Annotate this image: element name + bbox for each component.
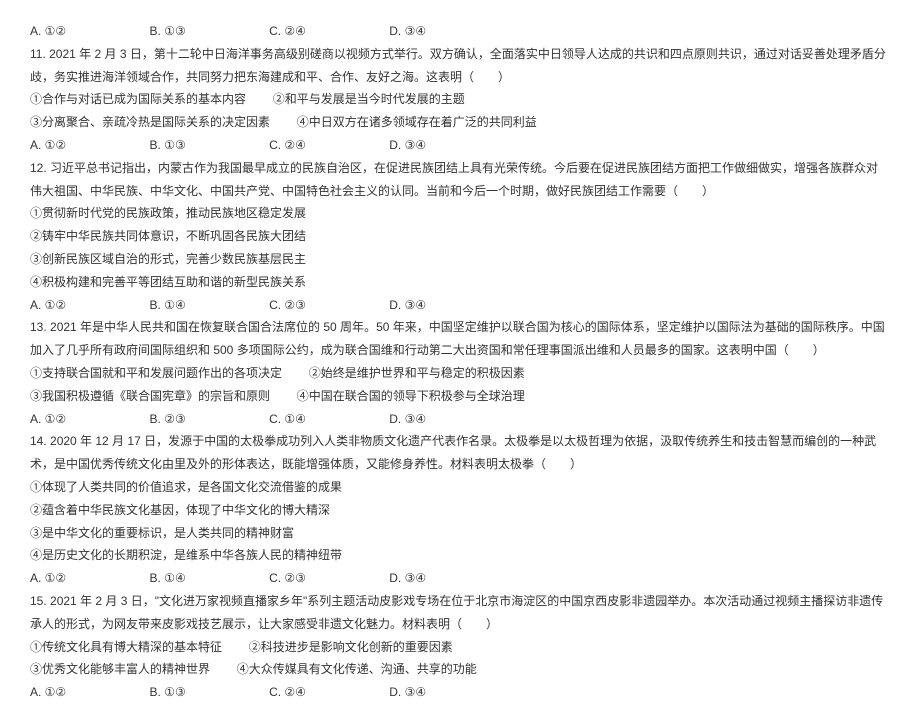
q13-s1: ①支持联合国就和平和发展问题作出的各项决定 (30, 366, 282, 380)
q13-stmts-1: ①支持联合国就和平和发展问题作出的各项决定 ②始终是维护世界和平与稳定的积极因素 (30, 362, 890, 385)
q13-text: 13. 2021 年是中华人民共和国在恢复联合国合法席位的 50 周年。50 年… (30, 316, 890, 362)
q12-s4: ④积极构建和完善平等团结互助和谐的新型民族关系 (30, 271, 890, 294)
q10-opt-c: C. ②④ (269, 20, 306, 43)
q13-opt-b: B. ②③ (150, 408, 186, 431)
q14-opt-d: D. ③④ (389, 567, 426, 590)
q12-s2: ②铸牢中华民族共同体意识，不断巩固各民族大团结 (30, 225, 890, 248)
q12-text: 12. 习近平总书记指出，内蒙古作为我国最早成立的民族自治区，在促进民族团结上具… (30, 157, 890, 203)
q13-s3: ③我国积极遵循《联合国宪章》的宗旨和原则 (30, 389, 270, 403)
q11-s2: ②和平与发展是当今时代发展的主题 (273, 92, 465, 106)
q14-s1: ①体现了人类共同的价值追求，是各国文化交流借鉴的成果 (30, 476, 890, 499)
q13-s2: ②始终是维护世界和平与稳定的积极因素 (309, 366, 525, 380)
q14-s2: ②蕴含着中华民族文化基因，体现了中华文化的博大精深 (30, 499, 890, 522)
q11-opt-d: D. ③④ (389, 134, 426, 157)
q13-opt-a: A. ①② (30, 408, 66, 431)
q12-opt-b: B. ①④ (150, 294, 186, 317)
q11-opt-b: B. ①③ (150, 134, 186, 157)
q15-s2: ②科技进步是影响文化创新的重要因素 (249, 640, 453, 654)
q14-text: 14. 2020 年 12 月 17 日，发源于中国的太极拳成功列入人类非物质文… (30, 430, 890, 476)
q15-s4: ④大众传媒具有文化传递、沟通、共享的功能 (237, 662, 477, 676)
q12-opt-d: D. ③④ (389, 294, 426, 317)
q15-text: 15. 2021 年 2 月 3 日，"文化进万家视频直播家乡年"系列主题活动皮… (30, 590, 890, 636)
q11-opt-a: A. ①② (30, 134, 66, 157)
q13-opt-c: C. ①④ (269, 408, 306, 431)
q12-opt-c: C. ②③ (269, 294, 306, 317)
q15-s1: ①传统文化具有博大精深的基本特征 (30, 640, 222, 654)
q10-options: A. ①② B. ①③ C. ②④ D. ③④ (30, 20, 890, 43)
q15-opt-a: A. ①② (30, 681, 66, 704)
q12-s1: ①贯彻新时代党的民族政策，推动民族地区稳定发展 (30, 202, 890, 225)
q13-options: A. ①② B. ②③ C. ①④ D. ③④ (30, 408, 890, 431)
q10-opt-a: A. ①② (30, 20, 66, 43)
q12-s3: ③创新民族区域自治的形式，完善少数民族基层民主 (30, 248, 890, 271)
q15-stmts-2: ③优秀文化能够丰富人的精神世界 ④大众传媒具有文化传递、沟通、共享的功能 (30, 658, 890, 681)
q13-stmts-2: ③我国积极遵循《联合国宪章》的宗旨和原则 ④中国在联合国的领导下积极参与全球治理 (30, 385, 890, 408)
q11-stmts-2: ③分离聚合、亲疏冷热是国际关系的决定因素 ④中日双方在诸多领域存在着广泛的共同利… (30, 111, 890, 134)
q14-opt-b: B. ①④ (150, 567, 186, 590)
q14-s4: ④是历史文化的长期积淀，是维系中华各族人民的精神纽带 (30, 544, 890, 567)
q13-opt-d: D. ③④ (389, 408, 426, 431)
q11-stmts-1: ①合作与对话已成为国际关系的基本内容 ②和平与发展是当今时代发展的主题 (30, 88, 890, 111)
q14-opt-a: A. ①② (30, 567, 66, 590)
q12-options: A. ①② B. ①④ C. ②③ D. ③④ (30, 294, 890, 317)
q11-options: A. ①② B. ①③ C. ②④ D. ③④ (30, 134, 890, 157)
q14-options: A. ①② B. ①④ C. ②③ D. ③④ (30, 567, 890, 590)
q15-opt-d: D. ③④ (389, 681, 426, 704)
q15-opt-c: C. ②④ (269, 681, 306, 704)
q10-opt-d: D. ③④ (389, 20, 426, 43)
q11-s1: ①合作与对话已成为国际关系的基本内容 (30, 92, 246, 106)
q10-opt-b: B. ①③ (150, 20, 186, 43)
q15-options: A. ①② B. ①③ C. ②④ D. ③④ (30, 681, 890, 704)
q11-s4: ④中日双方在诸多领域存在着广泛的共同利益 (297, 115, 537, 129)
q15-opt-b: B. ①③ (150, 681, 186, 704)
q12-opt-a: A. ①② (30, 294, 66, 317)
q15-s3: ③优秀文化能够丰富人的精神世界 (30, 662, 210, 676)
q14-s3: ③是中华文化的重要标识，是人类共同的精神财富 (30, 522, 890, 545)
q11-opt-c: C. ②④ (269, 134, 306, 157)
q13-s4: ④中国在联合国的领导下积极参与全球治理 (297, 389, 525, 403)
q11-text: 11. 2021 年 2 月 3 日，第十二轮中日海洋事务高级别磋商以视频方式举… (30, 43, 890, 89)
q15-stmts-1: ①传统文化具有博大精深的基本特征 ②科技进步是影响文化创新的重要因素 (30, 636, 890, 659)
q11-s3: ③分离聚合、亲疏冷热是国际关系的决定因素 (30, 115, 270, 129)
q14-opt-c: C. ②③ (269, 567, 306, 590)
